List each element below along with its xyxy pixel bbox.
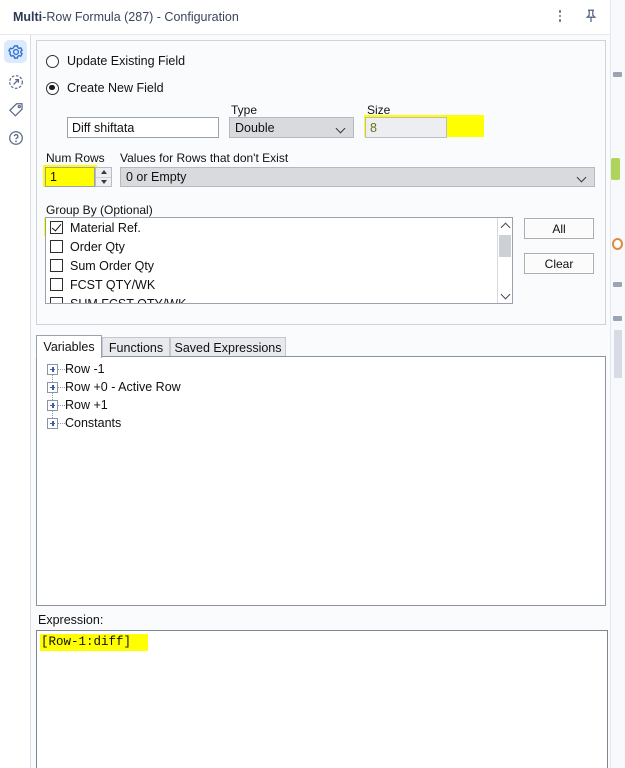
workflow-canvas-sliver xyxy=(610,0,625,768)
canvas-node-marker xyxy=(613,72,622,77)
expand-plus-icon[interactable] xyxy=(47,381,58,393)
rail-item-configuration[interactable] xyxy=(4,40,27,63)
radio-create-new-field[interactable]: Create New Field xyxy=(46,81,164,95)
tree-node-label: Row -1 xyxy=(65,362,105,376)
checkbox[interactable] xyxy=(50,259,63,272)
type-value: Double xyxy=(235,120,275,135)
tree-node-label: Constants xyxy=(65,416,122,430)
canvas-node-marker xyxy=(613,282,622,287)
num-rows-input[interactable]: 1 xyxy=(45,167,95,187)
expression-textarea[interactable]: [Row-1:diff] xyxy=(36,630,608,768)
left-icon-rail xyxy=(0,35,30,768)
scrollbar-thumb[interactable] xyxy=(499,235,511,257)
num-rows-value: 1 xyxy=(50,170,57,184)
page-title: Multi-Row Formula (287) - Configuration xyxy=(13,10,239,24)
tree-dash xyxy=(58,404,65,406)
size-label: Size xyxy=(367,103,391,117)
stepper-up-icon[interactable] xyxy=(96,168,111,178)
title-bar-actions xyxy=(552,7,600,25)
expand-plus-icon[interactable] xyxy=(47,417,58,429)
scroll-down-icon[interactable] xyxy=(498,288,512,303)
list-item-label: Material Ref. xyxy=(70,220,141,235)
kebab-menu-icon[interactable] xyxy=(552,7,568,25)
tree-dash xyxy=(58,422,65,424)
clear-button[interactable]: Clear xyxy=(524,253,594,274)
configuration-panel: Update Existing Field Create New Field T… xyxy=(30,35,610,768)
list-item[interactable]: SUM FCST QTY/WK xyxy=(46,294,512,304)
tree-dash xyxy=(58,368,65,370)
canvas-node-marker xyxy=(613,316,622,321)
type-label: Type xyxy=(231,103,258,117)
type-dropdown[interactable]: Double xyxy=(229,117,354,138)
expression-label: Expression: xyxy=(38,613,104,627)
values-missing-label: Values for Rows that don't Exist xyxy=(120,151,289,165)
radio-indicator xyxy=(46,81,59,95)
page-title-rest: -Row Formula (287) - Configuration xyxy=(42,10,239,24)
radio-update-existing-field-label: Update Existing Field xyxy=(67,54,186,68)
expression-value: [Row-1:diff] xyxy=(41,635,132,649)
group-by-listbox[interactable]: Material Ref. Order Qty Sum Order Qty FC… xyxy=(45,217,513,304)
rail-item-output[interactable] xyxy=(4,70,27,93)
output-arrow-icon xyxy=(8,74,23,89)
expand-plus-icon[interactable] xyxy=(47,363,58,375)
window-title-bar: Multi-Row Formula (287) - Configuration xyxy=(0,0,610,35)
list-item[interactable]: Order Qty xyxy=(46,237,512,256)
rail-item-help[interactable] xyxy=(4,126,27,149)
list-item-label: Sum Order Qty xyxy=(70,258,155,273)
tab-saved-expressions[interactable]: Saved Expressions xyxy=(170,337,286,357)
size-input[interactable]: 8 xyxy=(365,117,447,138)
gear-icon xyxy=(7,44,23,59)
tree-node-row-plus-0[interactable]: Row +0 - Active Row xyxy=(37,378,605,396)
pin-icon[interactable] xyxy=(582,7,600,25)
question-mark-icon xyxy=(8,130,23,145)
tab-variables[interactable]: Variables xyxy=(36,335,102,358)
tree-node-row-plus-1[interactable]: Row +1 xyxy=(37,396,605,414)
expression-tabs: Variables Functions Saved Expressions xyxy=(36,335,606,358)
page-title-prefix: Multi xyxy=(13,10,43,24)
group-by-label: Group By (Optional) xyxy=(46,203,153,217)
chevron-down-icon xyxy=(578,174,587,180)
checkbox[interactable] xyxy=(50,278,63,291)
values-missing-value: 0 or Empty xyxy=(126,170,187,184)
expand-plus-icon[interactable] xyxy=(47,399,58,411)
size-value: 8 xyxy=(370,120,377,135)
radio-create-new-field-label: Create New Field xyxy=(67,81,164,95)
list-item-label: SUM FCST QTY/WK xyxy=(70,296,187,304)
values-missing-dropdown[interactable]: 0 or Empty xyxy=(120,167,595,187)
stepper-down-icon[interactable] xyxy=(96,178,111,187)
field-name-input[interactable]: Diff shiftata xyxy=(67,117,219,138)
list-item-label: Order Qty xyxy=(70,239,125,254)
canvas-node-green xyxy=(611,158,620,180)
tree-node-constants[interactable]: Constants xyxy=(37,414,605,432)
tree-node-label: Row +1 xyxy=(65,398,108,412)
num-rows-stepper[interactable] xyxy=(95,167,112,187)
list-item[interactable]: Sum Order Qty xyxy=(46,256,512,275)
field-name-value: Diff shiftata xyxy=(72,120,135,135)
tree-dash xyxy=(58,386,65,388)
checkbox[interactable] xyxy=(50,240,63,253)
checkbox[interactable] xyxy=(50,221,63,234)
group-by-scrollbar[interactable] xyxy=(497,218,512,303)
checkbox[interactable] xyxy=(50,297,63,303)
variables-tree[interactable]: Row -1 Row +0 - Active Row Row +1 Consta… xyxy=(36,356,606,606)
tab-functions[interactable]: Functions xyxy=(102,337,170,357)
all-button[interactable]: All xyxy=(524,218,594,239)
field-settings-groupbox: Update Existing Field Create New Field T… xyxy=(36,40,606,325)
radio-indicator xyxy=(46,54,59,68)
chevron-down-icon xyxy=(337,125,346,131)
list-item[interactable]: Material Ref. xyxy=(46,218,512,237)
radio-update-existing-field[interactable]: Update Existing Field xyxy=(46,54,185,68)
canvas-scroll-hint xyxy=(614,330,622,378)
tree-node-label: Row +0 - Active Row xyxy=(65,380,181,394)
tag-icon xyxy=(8,102,23,117)
multi-row-formula-configuration-window: Multi-Row Formula (287) - Configuration xyxy=(0,0,625,768)
tree-node-row-minus-1[interactable]: Row -1 xyxy=(37,360,605,378)
list-item-label: FCST QTY/WK xyxy=(70,277,156,292)
rail-item-annotation[interactable] xyxy=(4,98,27,121)
num-rows-label: Num Rows xyxy=(46,151,105,165)
canvas-node-orange xyxy=(612,238,623,250)
list-item[interactable]: FCST QTY/WK xyxy=(46,275,512,294)
scroll-up-icon[interactable] xyxy=(498,218,512,233)
